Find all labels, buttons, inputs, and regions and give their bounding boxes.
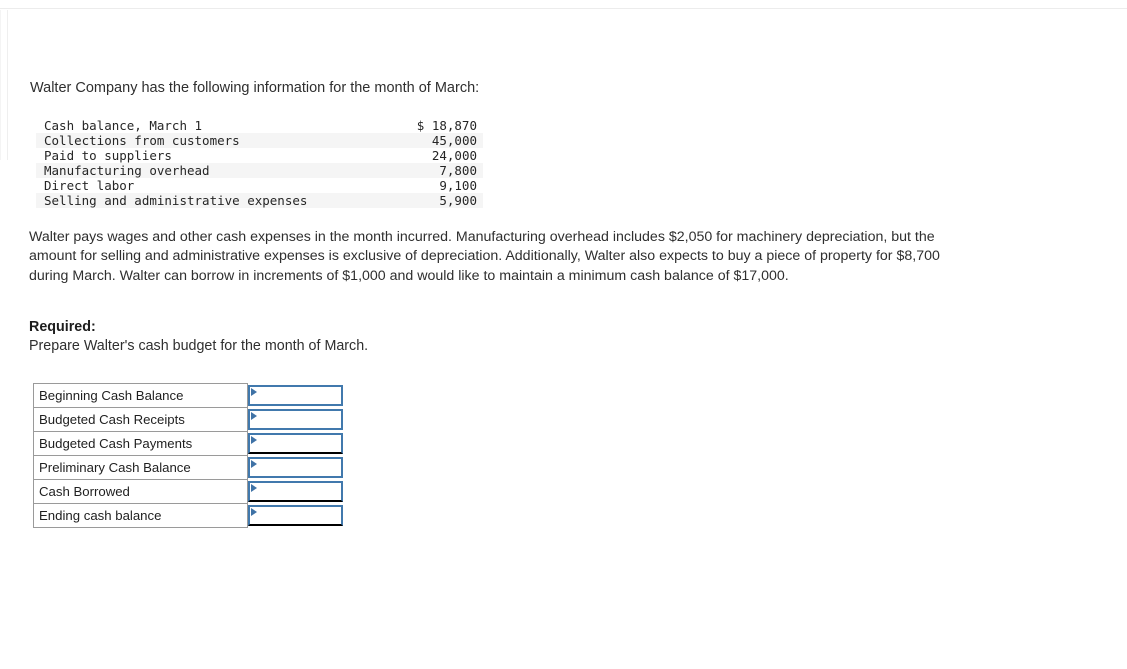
table-row: Selling and administrative expenses 5,90… bbox=[36, 193, 483, 208]
triangle-right-marker-icon bbox=[251, 484, 257, 492]
given-row-amount: 9,100 bbox=[439, 178, 477, 193]
answer-entry-cell[interactable] bbox=[247, 407, 345, 432]
triangle-right-marker-icon bbox=[251, 388, 257, 396]
answer-row-label: Budgeted Cash Payments bbox=[33, 431, 248, 456]
given-row-label: Direct labor bbox=[44, 178, 135, 193]
answer-row-label: Cash Borrowed bbox=[33, 479, 248, 504]
narrative-paragraph: Walter pays wages and other cash expense… bbox=[29, 229, 940, 284]
given-data-body: Cash balance, March 1 $ 18,870 Collectio… bbox=[36, 118, 483, 208]
given-row-amount: 5,900 bbox=[395, 193, 483, 208]
intro-sentence: Walter Company has the following informa… bbox=[30, 80, 480, 96]
budgeted-cash-payments-input[interactable] bbox=[260, 435, 342, 452]
answer-row-label: Preliminary Cash Balance bbox=[33, 455, 248, 480]
table-row: Budgeted Cash Receipts bbox=[33, 407, 345, 432]
beginning-cash-balance-input[interactable] bbox=[260, 387, 342, 404]
entry-box[interactable] bbox=[248, 505, 343, 526]
table-row: Ending cash balance bbox=[33, 503, 345, 528]
table-row: Budgeted Cash Payments bbox=[33, 431, 345, 456]
entry-box[interactable] bbox=[248, 409, 343, 430]
table-row: Direct labor 9,100 bbox=[36, 178, 483, 193]
entry-box[interactable] bbox=[248, 385, 343, 406]
given-row-amount: 24,000 bbox=[431, 148, 477, 163]
answer-entry-cell[interactable] bbox=[247, 431, 345, 456]
answer-entry-cell[interactable] bbox=[247, 383, 345, 408]
budgeted-cash-receipts-input[interactable] bbox=[260, 411, 342, 428]
given-row-amount: $ 18,870 bbox=[416, 118, 477, 133]
table-row: Paid to suppliers 24,000 bbox=[36, 148, 483, 163]
given-data-table: Cash balance, March 1 $ 18,870 Collectio… bbox=[36, 118, 483, 208]
triangle-right-marker-icon bbox=[251, 508, 257, 516]
required-heading: Required: bbox=[29, 319, 96, 335]
triangle-right-marker-icon bbox=[251, 436, 257, 444]
answer-row-label: Ending cash balance bbox=[33, 503, 248, 528]
left-divider-outer bbox=[0, 10, 1, 160]
answer-entry-cell[interactable] bbox=[247, 455, 345, 480]
ending-cash-balance-input[interactable] bbox=[260, 507, 342, 524]
entry-box[interactable] bbox=[248, 433, 343, 454]
table-row: Preliminary Cash Balance bbox=[33, 455, 345, 480]
answer-row-label: Beginning Cash Balance bbox=[33, 383, 248, 408]
answer-entry-cell[interactable] bbox=[247, 503, 345, 528]
required-instruction: Prepare Walter's cash budget for the mon… bbox=[29, 338, 369, 354]
given-row-amount: 45,000 bbox=[395, 133, 483, 148]
answer-row-label: Budgeted Cash Receipts bbox=[33, 407, 248, 432]
cash-borrowed-input[interactable] bbox=[260, 483, 342, 500]
given-row-label: Manufacturing overhead bbox=[36, 163, 396, 178]
top-divider bbox=[0, 8, 1127, 9]
given-row-label: Cash balance, March 1 bbox=[44, 118, 203, 133]
table-row: Cash Borrowed bbox=[33, 479, 345, 504]
table-row: Collections from customers 45,000 bbox=[36, 133, 483, 148]
table-row: Cash balance, March 1 $ 18,870 bbox=[36, 118, 483, 133]
answer-entry-cell[interactable] bbox=[247, 479, 345, 504]
left-divider bbox=[7, 10, 8, 160]
given-row-amount: 7,800 bbox=[395, 163, 483, 178]
preliminary-cash-balance-input[interactable] bbox=[260, 459, 342, 476]
entry-box[interactable] bbox=[248, 481, 343, 502]
table-row: Manufacturing overhead 7,800 bbox=[36, 163, 483, 178]
table-row: Beginning Cash Balance bbox=[33, 383, 345, 408]
cash-budget-answer-table: Beginning Cash Balance Budgeted Cash Rec… bbox=[33, 383, 345, 528]
triangle-right-marker-icon bbox=[251, 412, 257, 420]
given-row-label: Selling and administrative expenses bbox=[36, 193, 396, 208]
given-row-label: Collections from customers bbox=[36, 133, 396, 148]
problem-page: Walter Company has the following informa… bbox=[0, 0, 1127, 669]
given-row-label: Paid to suppliers bbox=[44, 148, 172, 163]
triangle-right-marker-icon bbox=[251, 460, 257, 468]
entry-box[interactable] bbox=[248, 457, 343, 478]
answer-table-body: Beginning Cash Balance Budgeted Cash Rec… bbox=[33, 383, 345, 528]
